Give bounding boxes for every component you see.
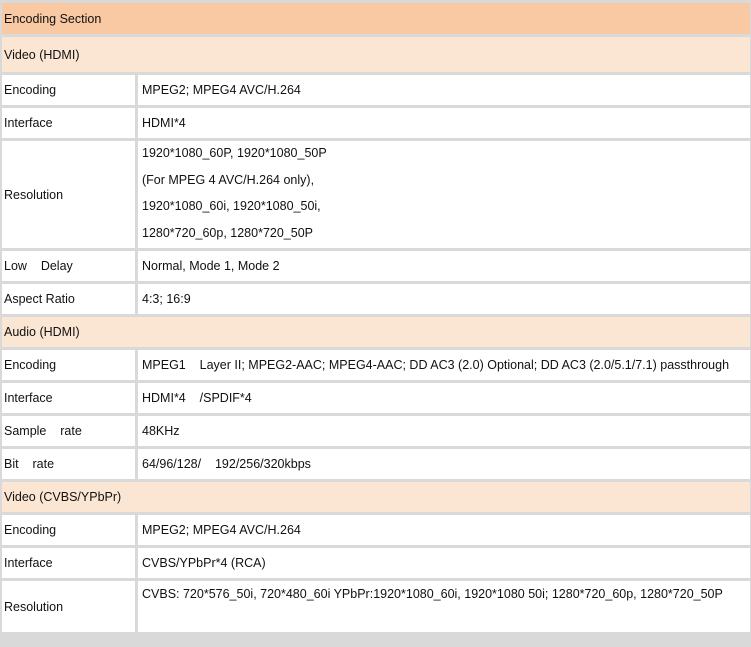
section-title: Encoding Section [2, 3, 750, 34]
row-label: Encoding [2, 75, 135, 105]
table-row-audio-interface: Interface HDMI*4 /SPDIF*4 [2, 383, 750, 413]
row-value: Normal, Mode 1, Mode 2 [138, 251, 750, 281]
resolution-line: (For MPEG 4 AVC/H.264 only), [142, 172, 315, 187]
row-label: Interface [2, 108, 135, 138]
row-value: 48KHz [138, 416, 750, 446]
resolution-line: 1920*1080_60P, 1920*1080_50P [142, 146, 327, 160]
section-title: Video (CVBS/YPbPr) [2, 482, 750, 512]
row-label: Interface [2, 383, 135, 413]
row-value: MPEG1 Layer II; MPEG2-AAC; MPEG4-AAC; DD… [138, 350, 750, 380]
section-title: Audio (HDMI) [2, 317, 750, 347]
row-label: Interface [2, 548, 135, 578]
table-row-sample-rate: Sample rate 48KHz [2, 416, 750, 446]
section-title: Video (HDMI) [2, 37, 750, 72]
table-row-audio-encoding: Encoding MPEG1 Layer II; MPEG2-AAC; MPEG… [2, 350, 750, 380]
table-row-video-resolution: Resolution 1920*1080_60P, 1920*1080_50P … [2, 141, 750, 248]
section-header-audio-hdmi: Audio (HDMI) [2, 317, 750, 347]
row-label: Encoding [2, 515, 135, 545]
table-row-cvbs-interface: Interface CVBS/YPbPr*4 (RCA) [2, 548, 750, 578]
table-row-video-interface: Interface HDMI*4 [2, 108, 750, 138]
section-header-video-hdmi: Video (HDMI) [2, 37, 750, 72]
row-label: Resolution [2, 581, 135, 632]
row-value: 1920*1080_60P, 1920*1080_50P (For MPEG 4… [138, 141, 750, 248]
row-value: HDMI*4 [138, 108, 750, 138]
resolution-line: 1280*720_60p, 1280*720_50P [142, 225, 314, 240]
section-header-video-cvbs: Video (CVBS/YPbPr) [2, 482, 750, 512]
row-label: Resolution [2, 141, 135, 248]
table-row-bit-rate: Bit rate 64/96/128/ 192/256/320kbps [2, 449, 750, 479]
table-row-low-delay: Low Delay Normal, Mode 1, Mode 2 [2, 251, 750, 281]
row-value: MPEG2; MPEG4 AVC/H.264 [138, 515, 750, 545]
resolution-line: 1920*1080_60i, 1920*1080_50i, [142, 199, 321, 213]
row-value: CVBS/YPbPr*4 (RCA) [138, 548, 750, 578]
row-label: Aspect Ratio [2, 284, 135, 314]
table-row-cvbs-encoding: Encoding MPEG2; MPEG4 AVC/H.264 [2, 515, 750, 545]
row-value: 4:3; 16:9 [138, 284, 750, 314]
row-label: Encoding [2, 350, 135, 380]
row-label: Bit rate [2, 449, 135, 479]
spec-table: Encoding Section Video (HDMI) Encoding M… [0, 0, 751, 635]
row-value: MPEG2; MPEG4 AVC/H.264 [138, 75, 750, 105]
row-label: Low Delay [2, 251, 135, 281]
row-value: HDMI*4 /SPDIF*4 [138, 383, 750, 413]
table-row-cvbs-resolution: Resolution CVBS: 720*576_50i, 720*480_60… [2, 581, 750, 632]
row-value: CVBS: 720*576_50i, 720*480_60i YPbPr:192… [138, 581, 750, 632]
section-header-encoding: Encoding Section [2, 3, 750, 34]
table-row-video-encoding: Encoding MPEG2; MPEG4 AVC/H.264 [2, 75, 750, 105]
row-label: Sample rate [2, 416, 135, 446]
table-row-aspect-ratio: Aspect Ratio 4:3; 16:9 [2, 284, 750, 314]
row-value: 64/96/128/ 192/256/320kbps [138, 449, 750, 479]
